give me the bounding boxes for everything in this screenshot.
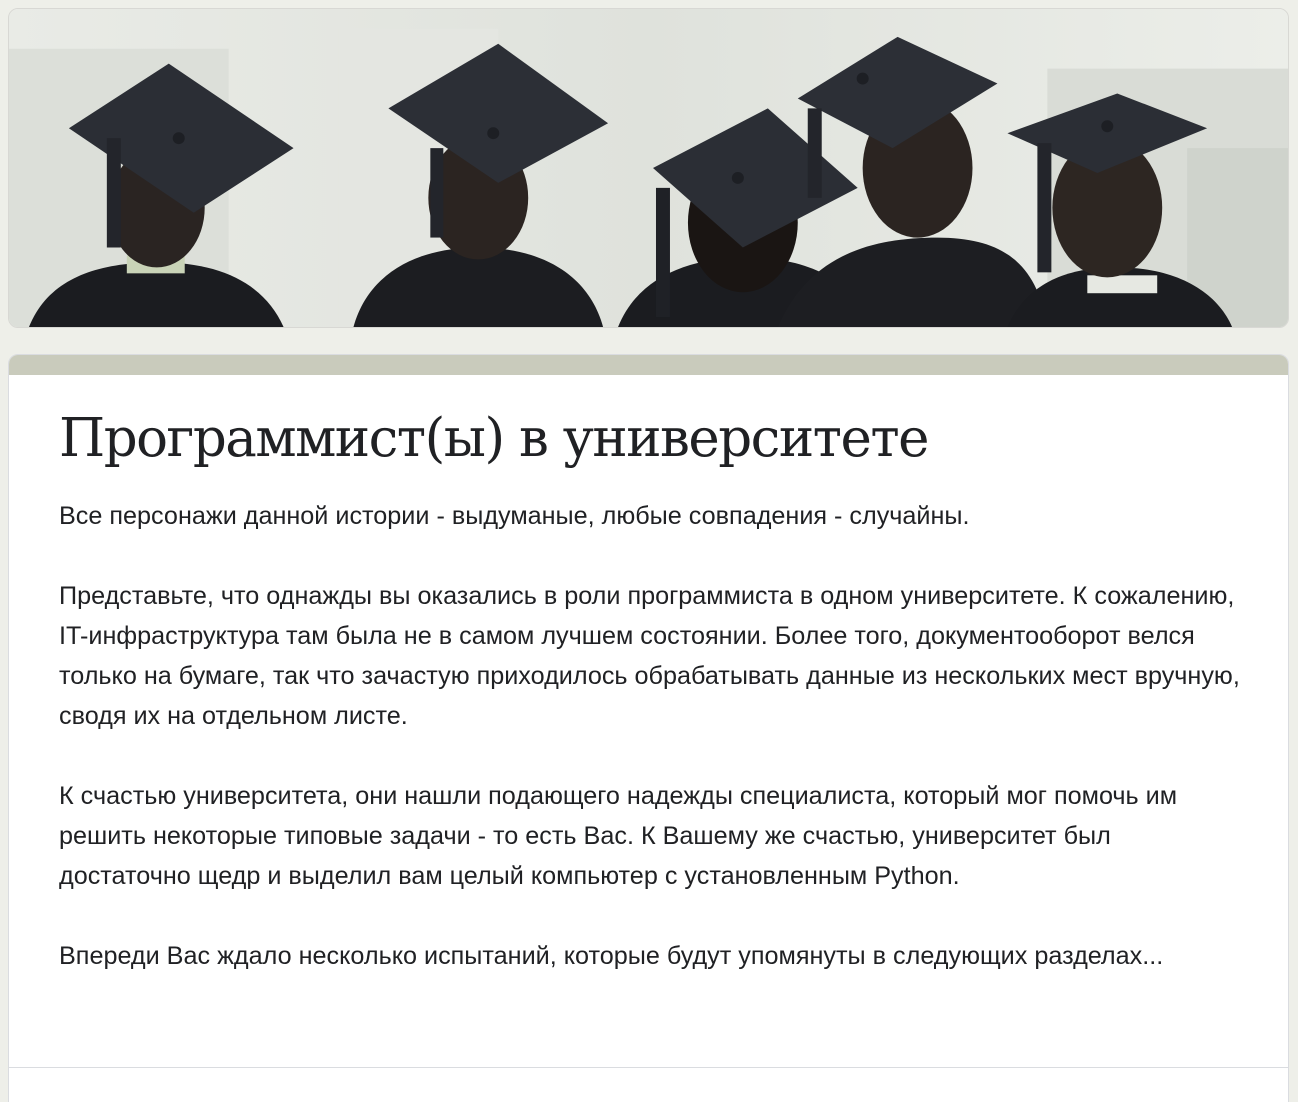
header-image-graduates — [8, 8, 1289, 328]
card-accent-bar — [9, 355, 1288, 375]
description-paragraph: Все персонажи данной истории - выдуманые… — [59, 501, 970, 530]
description-paragraph: Впереди Вас ждало несколько испытаний, к… — [59, 941, 1164, 970]
card-divider — [9, 1067, 1288, 1068]
form-title: Программист(ы) в университете — [59, 408, 930, 469]
card-body: Программист(ы) в университете Все персон… — [9, 375, 1288, 976]
description-paragraph: Представьте, что однажды вы оказались в … — [59, 581, 1240, 730]
form-page: Программист(ы) в университете Все персон… — [0, 0, 1298, 1102]
form-description: Все персонажи данной истории - выдуманые… — [59, 496, 1248, 976]
form-title-card: Программист(ы) в университете Все персон… — [8, 354, 1289, 1102]
description-paragraph: К счастью университета, они нашли подающ… — [59, 781, 1178, 890]
graduation-caps-illustration — [9, 9, 1288, 327]
